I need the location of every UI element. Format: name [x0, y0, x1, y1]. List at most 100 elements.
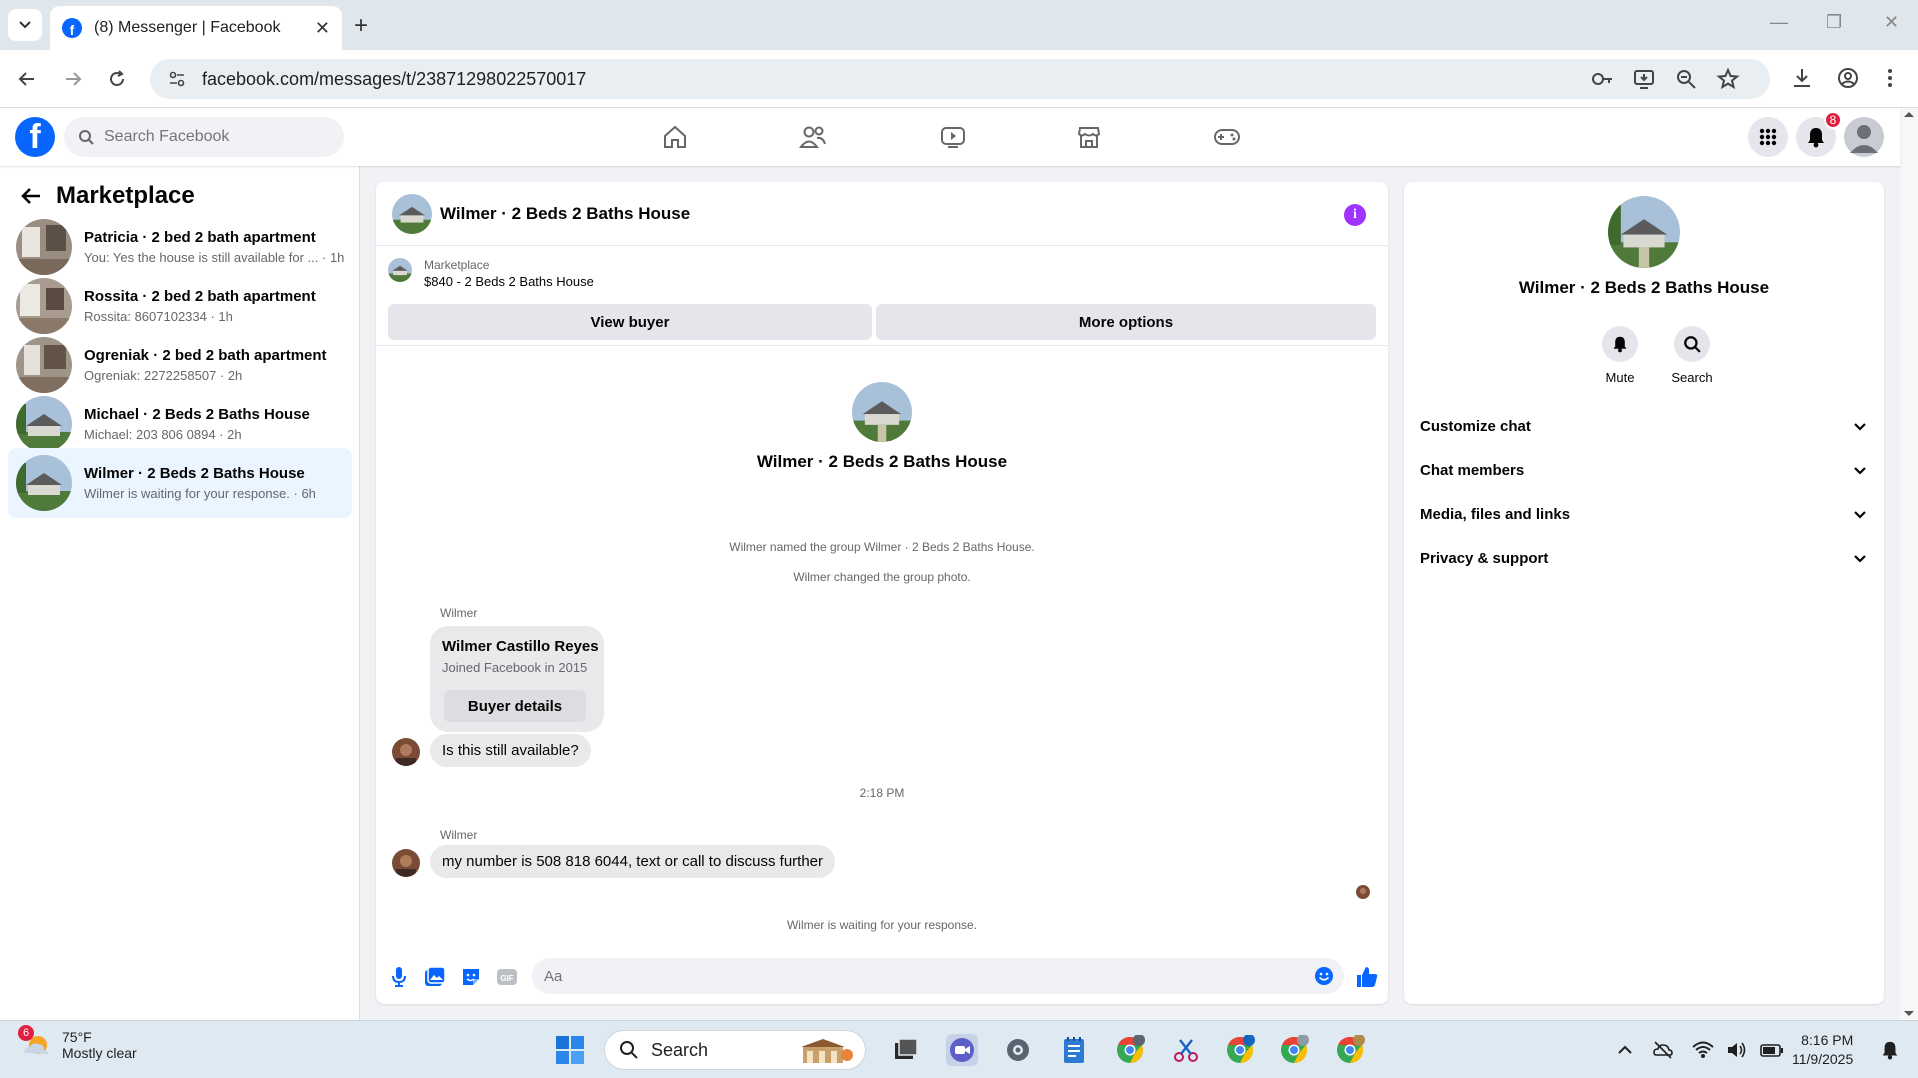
chevron-down-icon [1854, 423, 1866, 431]
listing-price-title[interactable]: $840 - 2 Beds 2 Baths House [424, 274, 594, 289]
message-bubble[interactable]: my number is 508 818 6044, text or call … [430, 845, 836, 878]
browser-tab-active[interactable]: f (8) Messenger | Facebook ✕ [50, 6, 342, 50]
browser-toolbar: facebook.com/messages/t/2387129802257001… [0, 50, 1918, 108]
tab-title: (8) Messenger | Facebook [94, 19, 281, 36]
facebook-header: f 8 [0, 108, 1900, 166]
account-avatar[interactable] [1844, 117, 1884, 157]
install-app-icon[interactable] [1632, 67, 1656, 91]
search-icon [620, 1041, 638, 1059]
back-button[interactable] [14, 66, 40, 92]
marketplace-sidebar: Marketplace Patricia · 2 bed 2 bath apar… [0, 166, 360, 1020]
apartment-thumbnail [16, 337, 72, 393]
site-settings-icon[interactable] [168, 70, 186, 88]
privacy-support-section[interactable]: Privacy & support [1420, 536, 1868, 580]
notepad-app[interactable] [1058, 1034, 1090, 1066]
mute-button[interactable]: Mute [1590, 326, 1650, 385]
back-arrow-icon[interactable] [20, 185, 42, 207]
scroll-up-icon[interactable] [1900, 108, 1918, 120]
wifi-icon[interactable] [1692, 1040, 1714, 1060]
clock[interactable]: 8:16 PM 11/9/2025 [1792, 1031, 1853, 1069]
buyer-details-button[interactable]: Buyer details [444, 690, 586, 722]
chat-info-panel: Wilmer · 2 Beds 2 Baths House Mute Searc… [1404, 182, 1884, 1004]
chevron-up-icon[interactable] [1616, 1041, 1634, 1059]
address-bar[interactable]: facebook.com/messages/t/2387129802257001… [150, 59, 1770, 99]
thumbs-up-icon[interactable] [1354, 964, 1380, 990]
nav-watch[interactable] [938, 122, 968, 152]
taskbar-search[interactable]: Search [604, 1030, 866, 1070]
nav-home[interactable] [660, 122, 690, 152]
battery-icon[interactable] [1760, 1041, 1784, 1059]
search-in-chat-button[interactable]: Search [1662, 326, 1722, 385]
voice-clip-icon[interactable] [388, 966, 410, 988]
close-tab-icon[interactable]: ✕ [315, 18, 330, 39]
view-buyer-button[interactable]: View buyer [388, 304, 872, 340]
notepad-icon [1064, 1037, 1084, 1063]
downloads-button[interactable] [1790, 66, 1814, 90]
more-options-button[interactable]: More options [876, 304, 1376, 340]
start-button[interactable] [554, 1034, 586, 1066]
tab-search-button[interactable] [8, 9, 42, 41]
chrome-profile-a[interactable] [1224, 1034, 1256, 1066]
forward-button[interactable] [60, 66, 86, 92]
buyer-name: Wilmer Castillo Reyes [442, 638, 599, 655]
restore-icon[interactable]: ❐ [1826, 12, 1842, 33]
scissors-icon [1174, 1039, 1198, 1062]
house-thumbnail [16, 396, 72, 452]
sticker-icon[interactable] [460, 966, 482, 988]
chat-panel: Wilmer · 2 Beds 2 Baths House i Marketpl… [376, 182, 1388, 1004]
nav-gaming[interactable] [1212, 122, 1242, 152]
info-group-photo[interactable] [1608, 196, 1680, 268]
zoom-icon[interactable] [1674, 67, 1698, 91]
new-tab-button[interactable]: + [354, 12, 368, 40]
cloud-off-icon[interactable] [1652, 1039, 1674, 1061]
minimize-icon[interactable]: — [1770, 12, 1788, 33]
facebook-search[interactable] [64, 117, 344, 157]
page-scrollbar[interactable] [1900, 108, 1918, 1020]
attach-photo-icon[interactable] [424, 966, 446, 988]
nav-friends[interactable] [798, 122, 828, 152]
nav-marketplace[interactable] [1074, 122, 1104, 152]
conversation-snippet: You: Yes the house is still available fo… [84, 250, 345, 265]
info-icon[interactable]: i [1344, 204, 1366, 226]
chrome-profile-c[interactable] [1114, 1034, 1146, 1066]
message-timestamp: 2:18 PM [859, 786, 905, 800]
profile-button[interactable] [1836, 66, 1860, 90]
facebook-search-input[interactable] [104, 128, 324, 146]
key-icon[interactable] [1590, 67, 1614, 91]
notifications-button[interactable]: 8 [1796, 111, 1842, 157]
volume-icon[interactable] [1726, 1040, 1748, 1060]
close-window-icon[interactable]: ✕ [1884, 12, 1899, 33]
reload-button[interactable] [104, 66, 130, 92]
chrome-profile-b[interactable] [1278, 1034, 1310, 1066]
chat-avatar[interactable] [392, 193, 432, 234]
search-highlight-icon [801, 1039, 853, 1063]
conversation-snippet: Rossita: 8607102334 · 1h [84, 309, 233, 324]
menu-button[interactable] [1748, 117, 1788, 157]
media-files-links-section[interactable]: Media, files and links [1420, 492, 1868, 536]
teams-meet-app[interactable] [946, 1034, 978, 1066]
group-photo [852, 382, 912, 442]
snipping-tool-app[interactable] [1170, 1034, 1202, 1066]
scroll-down-icon[interactable] [1900, 1008, 1918, 1020]
customize-chat-section[interactable]: Customize chat [1420, 404, 1868, 448]
weather-widget[interactable]: 6 75°F Mostly clear [18, 1025, 137, 1061]
facebook-logo-icon[interactable]: f [15, 117, 55, 157]
settings-app[interactable] [1002, 1034, 1034, 1066]
message-input[interactable] [544, 967, 1284, 985]
gif-icon[interactable]: GIF [496, 966, 518, 988]
weather-temp: 75°F [62, 1029, 92, 1045]
sender-avatar[interactable] [392, 849, 420, 877]
emoji-icon[interactable] [1314, 966, 1334, 986]
conversation-item-active[interactable]: Wilmer · 2 Beds 2 Baths House Wilmer is … [8, 448, 352, 518]
chat-members-section[interactable]: Chat members [1420, 448, 1868, 492]
task-view-button[interactable] [890, 1034, 922, 1066]
notification-center-icon[interactable] [1880, 1040, 1900, 1060]
sender-avatar[interactable] [392, 738, 420, 766]
browser-menu-button[interactable] [1880, 66, 1900, 90]
bookmark-star-icon[interactable] [1716, 67, 1740, 91]
message-input-box[interactable] [532, 958, 1344, 994]
chat-title[interactable]: Wilmer · 2 Beds 2 Baths House [440, 204, 690, 224]
seen-receipt-avatar [1356, 885, 1370, 899]
chrome-profile-d[interactable] [1334, 1034, 1366, 1066]
message-bubble[interactable]: Is this still available? [430, 734, 591, 767]
